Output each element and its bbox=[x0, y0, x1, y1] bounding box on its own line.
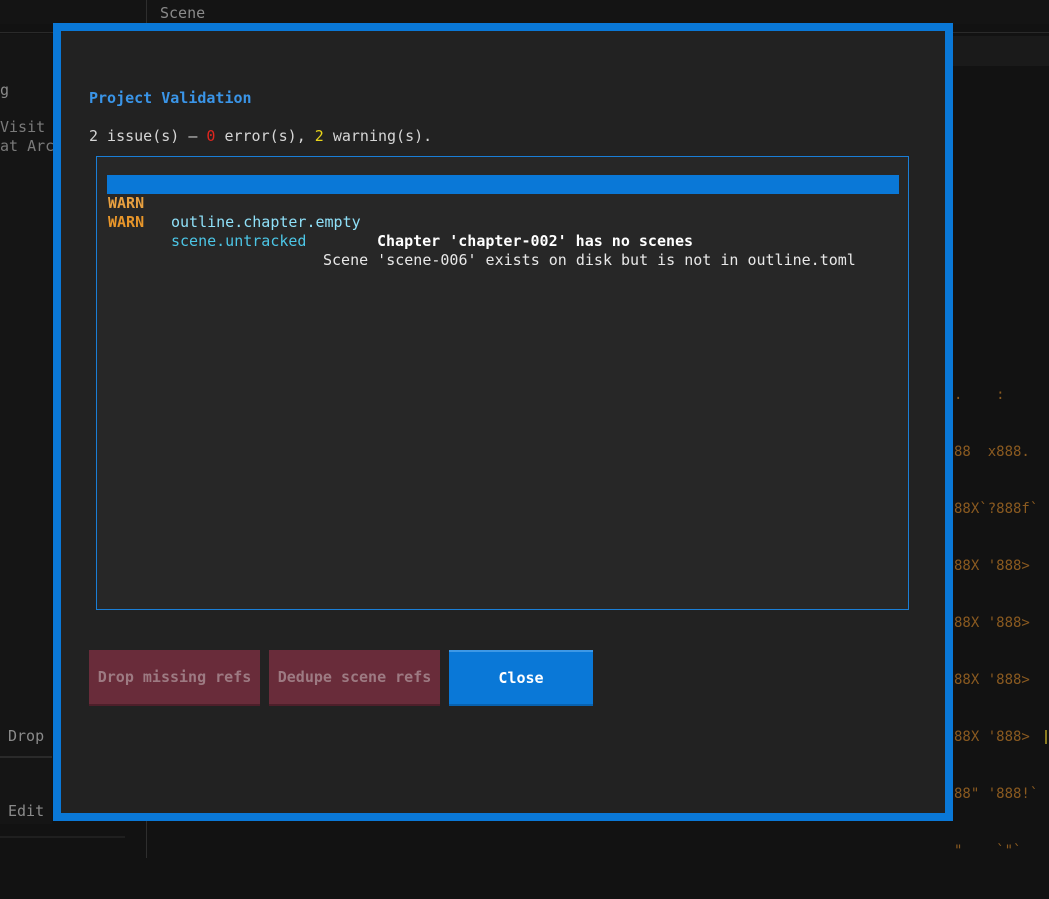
issue-row[interactable]: WARN outline.chapter.empty Chapter 'chap… bbox=[107, 175, 899, 194]
issues-list[interactable]: WARN outline.chapter.empty Chapter 'chap… bbox=[96, 156, 909, 610]
summary-warnings-suffix: warning(s). bbox=[324, 127, 432, 145]
ascii-line: 88X '888> bbox=[954, 614, 1038, 633]
ascii-line: " `"` bbox=[954, 842, 1038, 861]
validation-dialog: Project Validation 2 issue(s) — 0 error(… bbox=[53, 23, 953, 821]
summary-errors-suffix: error(s), bbox=[215, 127, 314, 145]
issue-message: Scene 'scene-006' exists on disk but is … bbox=[323, 251, 856, 270]
sidebar-label: Visit bbox=[0, 118, 45, 136]
divider bbox=[146, 0, 147, 24]
drop-button[interactable]: Drop bbox=[8, 727, 44, 745]
issue-code: outline.chapter.empty bbox=[171, 213, 361, 232]
ascii-line: 88X '888> bbox=[954, 671, 1038, 690]
divider bbox=[0, 756, 52, 758]
ascii-line: 88X '888> bbox=[954, 728, 1038, 747]
issue-level: WARN bbox=[108, 213, 144, 232]
dedupe-scene-refs-button[interactable]: Dedupe scene refs bbox=[269, 650, 440, 706]
scroll-marker bbox=[1045, 730, 1047, 744]
sidebar-label: g bbox=[0, 81, 9, 99]
close-button[interactable]: Close bbox=[449, 650, 593, 706]
divider bbox=[0, 836, 125, 838]
validation-summary: 2 issue(s) — 0 error(s), 2 warning(s). bbox=[89, 127, 432, 145]
dialog-title: Project Validation bbox=[89, 89, 252, 107]
divider bbox=[146, 820, 147, 858]
right-pane-header bbox=[952, 36, 1049, 66]
issue-code: scene.untracked bbox=[171, 232, 306, 251]
drop-missing-refs-button[interactable]: Drop missing refs bbox=[89, 650, 260, 706]
ascii-line: 88X`?888f` bbox=[954, 500, 1038, 519]
issue-message: Chapter 'chapter-002' has no scenes bbox=[377, 232, 693, 251]
ascii-art: . : 88 x888. 88X`?888f` 88X '888> 88X '8… bbox=[954, 348, 1038, 899]
ascii-line: 88" '888!` bbox=[954, 785, 1038, 804]
edit-button[interactable]: Edit bbox=[8, 802, 44, 820]
top-bar bbox=[0, 0, 1049, 24]
ascii-line: . : bbox=[954, 386, 1038, 405]
ascii-line: 88X '888> bbox=[954, 557, 1038, 576]
ascii-line: 88 x888. bbox=[954, 443, 1038, 462]
summary-prefix: 2 issue(s) — bbox=[89, 127, 206, 145]
issue-row[interactable]: WARN scene.untracked Scene 'scene-006' e… bbox=[107, 194, 899, 213]
sidebar-label: at Arc bbox=[0, 137, 54, 155]
scene-pane-label: Scene bbox=[160, 4, 205, 22]
warning-count: 2 bbox=[315, 127, 324, 145]
